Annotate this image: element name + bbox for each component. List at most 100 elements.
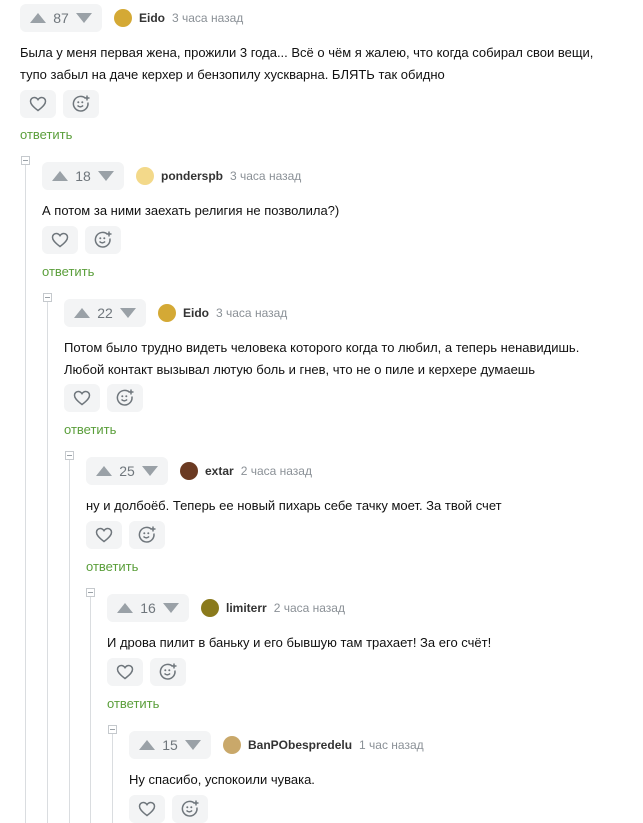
- comment-actions: [107, 658, 193, 686]
- comment-header: 87 Eido 3 часа назад: [20, 4, 243, 32]
- comment-text: А потом за ними заехать религия не позво…: [42, 200, 339, 222]
- vote-count: 16: [140, 600, 156, 616]
- thread-line[interactable]: [90, 592, 91, 823]
- heart-icon: [116, 664, 134, 680]
- comment-text: Ну спасибо, успокоили чувака.: [129, 769, 315, 791]
- comment-text-line: Любой контакт вызывал лютую боль и гнев,…: [64, 362, 536, 377]
- avatar[interactable]: [158, 304, 176, 322]
- add-reaction-button[interactable]: [107, 384, 143, 412]
- avatar[interactable]: [136, 167, 154, 185]
- emoji-add-icon: [93, 230, 113, 250]
- vote-count: 22: [97, 305, 113, 321]
- thread-line[interactable]: [112, 729, 113, 823]
- collapse-minus-icon[interactable]: [108, 725, 117, 734]
- author-name[interactable]: limiterr: [226, 601, 267, 615]
- author-name[interactable]: BanPObespredelu: [248, 738, 352, 752]
- author-name[interactable]: Eido: [183, 306, 209, 320]
- arrow-down-icon[interactable]: [97, 171, 114, 181]
- like-button[interactable]: [20, 90, 56, 118]
- reply-link[interactable]: ответить: [42, 264, 94, 279]
- comment-text: ну и долбоёб. Теперь ее новый пихарь себ…: [86, 495, 502, 517]
- like-button[interactable]: [129, 795, 165, 823]
- timestamp[interactable]: 3 часа назад: [216, 306, 287, 320]
- reply-link[interactable]: ответить: [20, 127, 72, 142]
- vote-widget: 22: [64, 299, 146, 327]
- timestamp[interactable]: 3 часа назад: [230, 169, 301, 183]
- arrow-up-icon[interactable]: [139, 740, 155, 750]
- vote-widget: 25: [86, 457, 168, 485]
- thread-line[interactable]: [69, 455, 70, 823]
- thread-line[interactable]: [25, 160, 26, 823]
- avatar[interactable]: [201, 599, 219, 617]
- reply-link[interactable]: ответить: [86, 559, 138, 574]
- timestamp[interactable]: 3 часа назад: [172, 11, 243, 25]
- like-button[interactable]: [107, 658, 143, 686]
- arrow-down-icon[interactable]: [184, 740, 201, 750]
- timestamp[interactable]: 2 часа назад: [241, 464, 312, 478]
- heart-icon: [29, 96, 47, 112]
- avatar[interactable]: [180, 462, 198, 480]
- vote-count: 25: [119, 463, 135, 479]
- author-name[interactable]: Eido: [139, 11, 165, 25]
- arrow-up-icon[interactable]: [52, 171, 68, 181]
- author-name[interactable]: ponderspb: [161, 169, 223, 183]
- comment-header: 25 extar 2 часа назад: [86, 457, 312, 485]
- arrow-down-icon[interactable]: [75, 13, 92, 23]
- author-name[interactable]: extar: [205, 464, 234, 478]
- comment-actions: [20, 90, 106, 118]
- collapse-minus-icon[interactable]: [86, 588, 95, 597]
- heart-icon: [138, 801, 156, 817]
- arrow-up-icon[interactable]: [117, 603, 133, 613]
- comment-header: 16 limiterr 2 часа назад: [107, 594, 345, 622]
- comment-header: 15 BanPObespredelu 1 час назад: [129, 731, 424, 759]
- comment-text: Потом было трудно видеть человека которо…: [64, 337, 579, 381]
- add-reaction-button[interactable]: [150, 658, 186, 686]
- timestamp[interactable]: 2 часа назад: [274, 601, 345, 615]
- like-button[interactable]: [64, 384, 100, 412]
- like-button[interactable]: [86, 521, 122, 549]
- comment-text: И дрова пилит в баньку и его бывшую там …: [107, 632, 491, 654]
- collapse-minus-icon[interactable]: [21, 156, 30, 165]
- arrow-up-icon[interactable]: [74, 308, 90, 318]
- like-button[interactable]: [42, 226, 78, 254]
- reply-link[interactable]: ответить: [107, 696, 159, 711]
- add-reaction-button[interactable]: [129, 521, 165, 549]
- add-reaction-button[interactable]: [85, 226, 121, 254]
- comment-actions: [64, 384, 150, 412]
- heart-icon: [95, 527, 113, 543]
- vote-count: 15: [162, 737, 178, 753]
- emoji-add-icon: [71, 94, 91, 114]
- comment-text-line: Была у меня первая жена, прожили 3 года.…: [20, 45, 594, 60]
- emoji-add-icon: [158, 662, 178, 682]
- arrow-up-icon[interactable]: [96, 466, 112, 476]
- arrow-down-icon[interactable]: [141, 466, 158, 476]
- comment-actions: [129, 795, 215, 823]
- comment-text-line: Потом было трудно видеть человека которо…: [64, 340, 580, 355]
- add-reaction-button[interactable]: [172, 795, 208, 823]
- comment-thread: 87 Eido 3 часа назад Была у меня первая жен…: [0, 0, 643, 823]
- comment-text: Была у меня первая жена, прожили 3 года.…: [20, 42, 593, 86]
- timestamp[interactable]: 1 час назад: [359, 738, 424, 752]
- vote-widget: 16: [107, 594, 189, 622]
- heart-icon: [73, 390, 91, 406]
- vote-count: 18: [75, 168, 91, 184]
- add-reaction-button[interactable]: [63, 90, 99, 118]
- emoji-add-icon: [115, 388, 135, 408]
- thread-line[interactable]: [47, 297, 48, 823]
- collapse-minus-icon[interactable]: [65, 451, 74, 460]
- comment-actions: [86, 521, 172, 549]
- reply-link[interactable]: ответить: [64, 422, 116, 437]
- arrow-down-icon[interactable]: [119, 308, 136, 318]
- vote-widget: 18: [42, 162, 124, 190]
- comment-text-line: тупо забыл на даче керхер и бензопилу ху…: [20, 67, 445, 82]
- collapse-minus-icon[interactable]: [43, 293, 52, 302]
- comment-text-line: ну и долбоёб. Теперь ее новый пихарь себ…: [86, 498, 502, 513]
- comment-text-line: А потом за ними заехать религия не позво…: [42, 203, 340, 218]
- comment-header: 18 ponderspb 3 часа назад: [42, 162, 301, 190]
- arrow-up-icon[interactable]: [30, 13, 46, 23]
- arrow-down-icon[interactable]: [162, 603, 179, 613]
- heart-icon: [51, 232, 69, 248]
- avatar[interactable]: [223, 736, 241, 754]
- avatar[interactable]: [114, 9, 132, 27]
- comment-header: 22 Eido 3 часа назад: [64, 299, 287, 327]
